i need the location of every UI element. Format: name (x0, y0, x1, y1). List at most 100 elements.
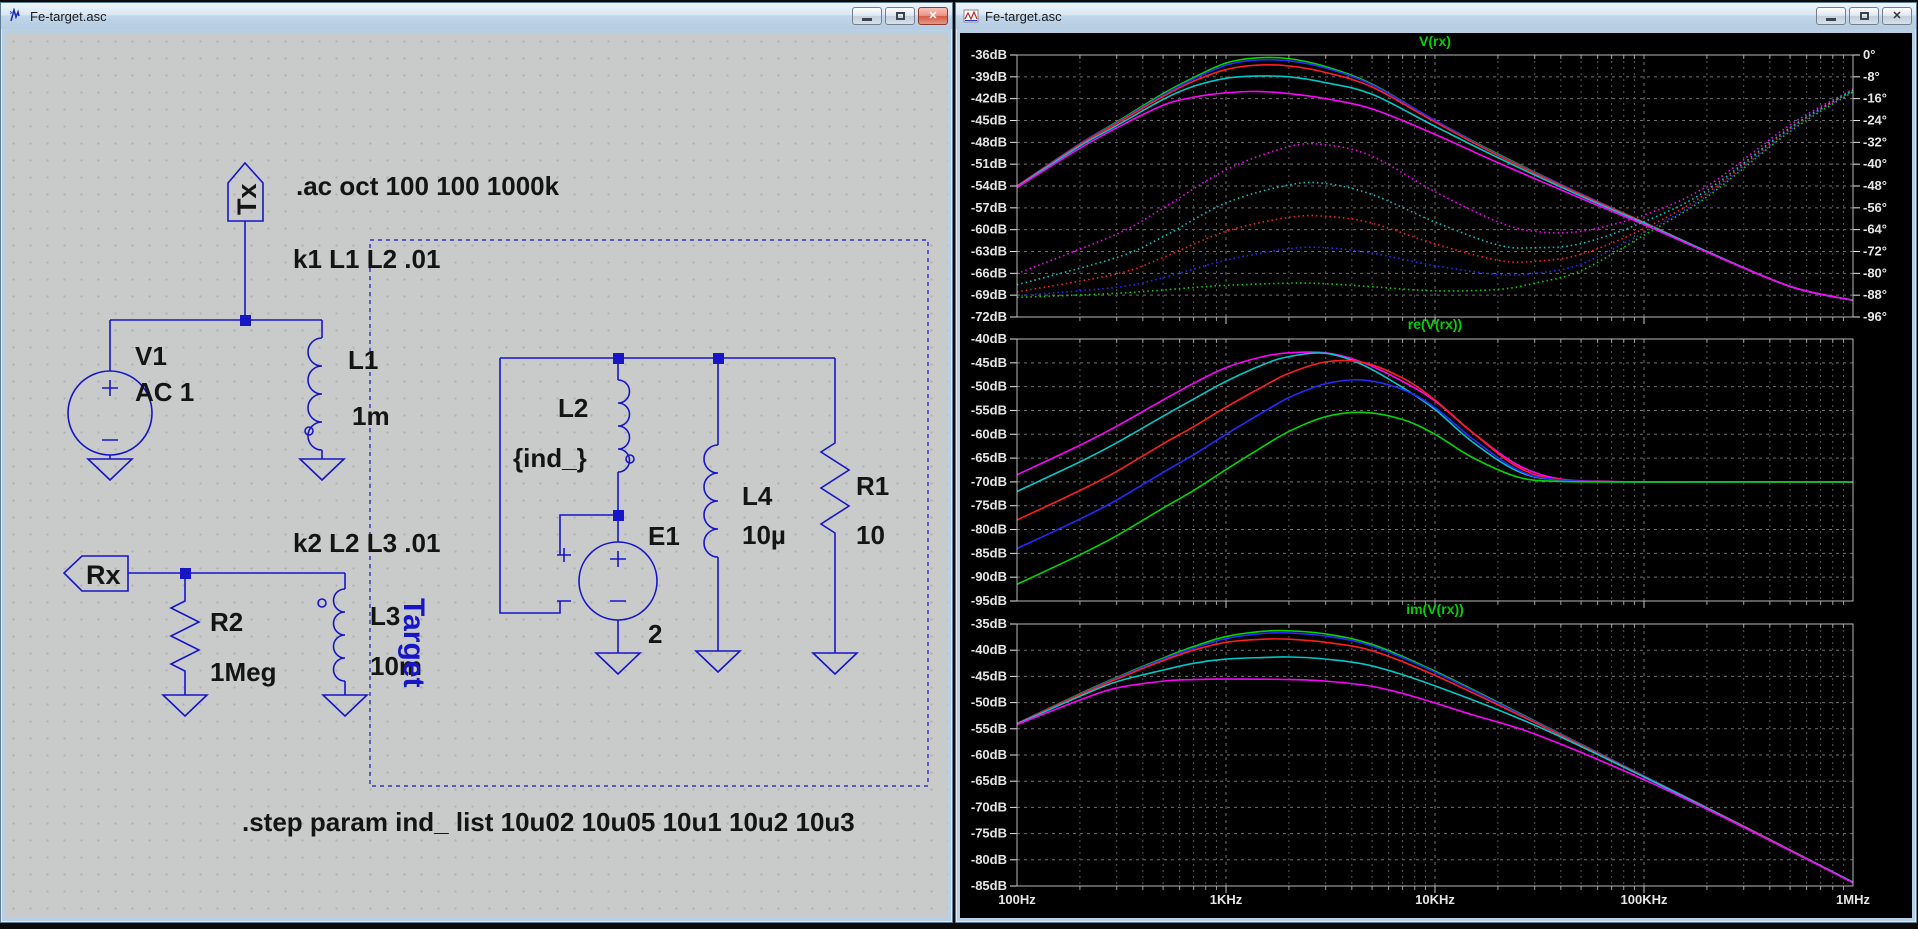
close-icon: ✕ (928, 9, 938, 22)
minimize-button[interactable] (852, 7, 882, 25)
y-axis-label: -65dB (971, 450, 1007, 465)
y-axis-label: -75dB (971, 498, 1007, 513)
y-axis-label: -36dB (971, 47, 1007, 62)
plot-title: V(rx) (1419, 33, 1451, 49)
phase-axis-label: 0° (1863, 47, 1875, 62)
plot-pane-1[interactable]: -36dB -39dB -42dB -45dB -48dB -51dB -54dB -57dB… (971, 33, 1887, 324)
trace-mag-step1 (1017, 56, 1853, 302)
waveform-canvas[interactable]: -36dB -39dB -42dB -45dB -48dB -51dB -54dB -57dB… (960, 33, 1912, 918)
restore-icon (895, 12, 905, 20)
directive-step[interactable]: .step param ind_ list 10u02 10u05 10u1 1… (242, 807, 855, 837)
x-axis-label: 1MHz (1836, 892, 1870, 907)
phase-axis-label: -40° (1863, 156, 1887, 171)
value-l4[interactable]: 10µ (742, 520, 786, 550)
x-axis-label: 100KHz (1621, 892, 1668, 907)
component-r2[interactable] (169, 595, 201, 677)
y-axis-label: -60dB (971, 426, 1007, 441)
label-v1[interactable]: V1 (135, 341, 167, 371)
component-l4[interactable] (703, 444, 719, 558)
plot-pane-2[interactable]: -40dB -45dB -50dB -55dB -60dB -65dB -70dB -75dB… (971, 316, 1854, 608)
value-r1[interactable]: 10 (856, 520, 885, 550)
label-l1[interactable]: L1 (348, 345, 378, 375)
y-axis-label: -42dB (971, 91, 1007, 106)
restore-button[interactable] (1849, 7, 1879, 25)
restore-icon (1859, 12, 1869, 20)
x-axis-label: 10KHz (1415, 892, 1455, 907)
ltspice-waveform-icon (963, 9, 979, 23)
phase-axis-label: -8° (1863, 69, 1880, 84)
label-r2[interactable]: R2 (210, 607, 243, 637)
junction-dots (180, 315, 724, 579)
schematic-canvas[interactable]: Tx Rx .ac oct 100 100 1000k k1 L1 L2 .01… (5, 33, 948, 918)
x-axis-label: 1KHz (1210, 892, 1243, 907)
y-axis-label: -45dB (971, 113, 1007, 128)
component-l2[interactable] (617, 379, 635, 473)
value-r2[interactable]: 1Meg (210, 657, 276, 687)
ltspice-schematic-icon (9, 8, 20, 22)
close-icon: ✕ (1892, 9, 1902, 22)
window-title: Fe-target.asc (985, 8, 1062, 24)
y-axis-label: -60dB (971, 222, 1007, 237)
y-axis-label: -66dB (971, 265, 1007, 280)
phase-axis-label: -80° (1863, 265, 1887, 280)
value-l1[interactable]: 1m (352, 401, 390, 431)
schematic-window-titlebar[interactable]: Fe-target.asc ✕ (1, 3, 952, 29)
y-axis-label: -85dB (971, 545, 1007, 560)
y-axis-label: -35dB (971, 616, 1007, 631)
waveform-window: Fe-target.asc ✕ -36dB -39dB -42dB -45dB -48d… (955, 2, 1917, 923)
minimize-icon (862, 18, 872, 21)
restore-button[interactable] (885, 7, 915, 25)
component-r1[interactable] (819, 435, 851, 548)
trace-mag-step2 (1017, 58, 1853, 302)
label-e1[interactable]: E1 (648, 521, 680, 551)
label-l3[interactable]: L3 (370, 601, 400, 631)
y-axis-label: -95dB (971, 593, 1007, 608)
y-axis-label: -54dB (971, 178, 1007, 193)
target-group-box[interactable] (369, 239, 929, 787)
close-button[interactable]: ✕ (918, 7, 948, 25)
label-l2[interactable]: L2 (558, 393, 588, 423)
phase-dot (317, 598, 327, 608)
port-label-rx[interactable]: Rx (86, 560, 121, 590)
port-label-tx[interactable]: Tx (232, 183, 262, 215)
y-axis-label: -39dB (971, 69, 1007, 84)
y-axis-label: -75dB (971, 826, 1007, 841)
y-axis-label: -48dB (971, 134, 1007, 149)
phase-axis-label: -32° (1863, 134, 1887, 149)
waveform-window-titlebar[interactable]: Fe-target.asc ✕ (956, 3, 1916, 29)
y-axis-label: -45dB (971, 355, 1007, 370)
plot-pane-3[interactable]: -35dB -40dB -45dB -50dB -55dB -60dB -65dB -70dB… (971, 601, 1854, 893)
value-l2[interactable]: {ind_} (513, 443, 587, 473)
component-e1[interactable] (557, 541, 658, 621)
phase-axis-label: -16° (1863, 91, 1887, 106)
value-e1[interactable]: 2 (648, 619, 662, 649)
y-axis-label: -55dB (971, 402, 1007, 417)
schematic-svg[interactable]: Tx Rx .ac oct 100 100 1000k k1 L1 L2 .01… (5, 33, 950, 924)
component-l1[interactable] (304, 337, 323, 451)
value-v1[interactable]: AC 1 (135, 377, 194, 407)
waveform-plots-svg[interactable]: -36dB -39dB -42dB -45dB -48dB -51dB -54dB -57dB… (960, 33, 1914, 924)
y-axis-label: -50dB (971, 695, 1007, 710)
target-box-label[interactable]: Target (397, 598, 430, 687)
y-axis-label: -65dB (971, 773, 1007, 788)
directive-k2[interactable]: k2 L2 L3 .01 (293, 528, 440, 558)
trace-re-step4 (1017, 352, 1853, 493)
y-axis-label: -70dB (971, 474, 1007, 489)
component-l3[interactable] (317, 588, 346, 682)
minimize-button[interactable] (1816, 7, 1846, 25)
schematic-window: Fe-target.asc ✕ Tx Rx .ac oct 100 100 10… (0, 2, 953, 923)
phase-axis-label: -48° (1863, 178, 1887, 193)
phase-axis-label: -24° (1863, 113, 1887, 128)
y-axis-label: -40dB (971, 331, 1007, 346)
label-l4[interactable]: L4 (742, 481, 773, 511)
y-axis-label: -60dB (971, 747, 1007, 762)
y-axis-label: -40dB (971, 642, 1007, 657)
directive-ac[interactable]: .ac oct 100 100 1000k (296, 171, 560, 201)
y-axis-label: -57dB (971, 200, 1007, 215)
close-button[interactable]: ✕ (1882, 7, 1912, 25)
label-r1[interactable]: R1 (856, 471, 889, 501)
y-axis-label: -45dB (971, 668, 1007, 683)
directive-k1[interactable]: k1 L1 L2 .01 (293, 244, 440, 274)
y-axis-label: -72dB (971, 309, 1007, 324)
y-axis-label: -85dB (971, 878, 1007, 893)
